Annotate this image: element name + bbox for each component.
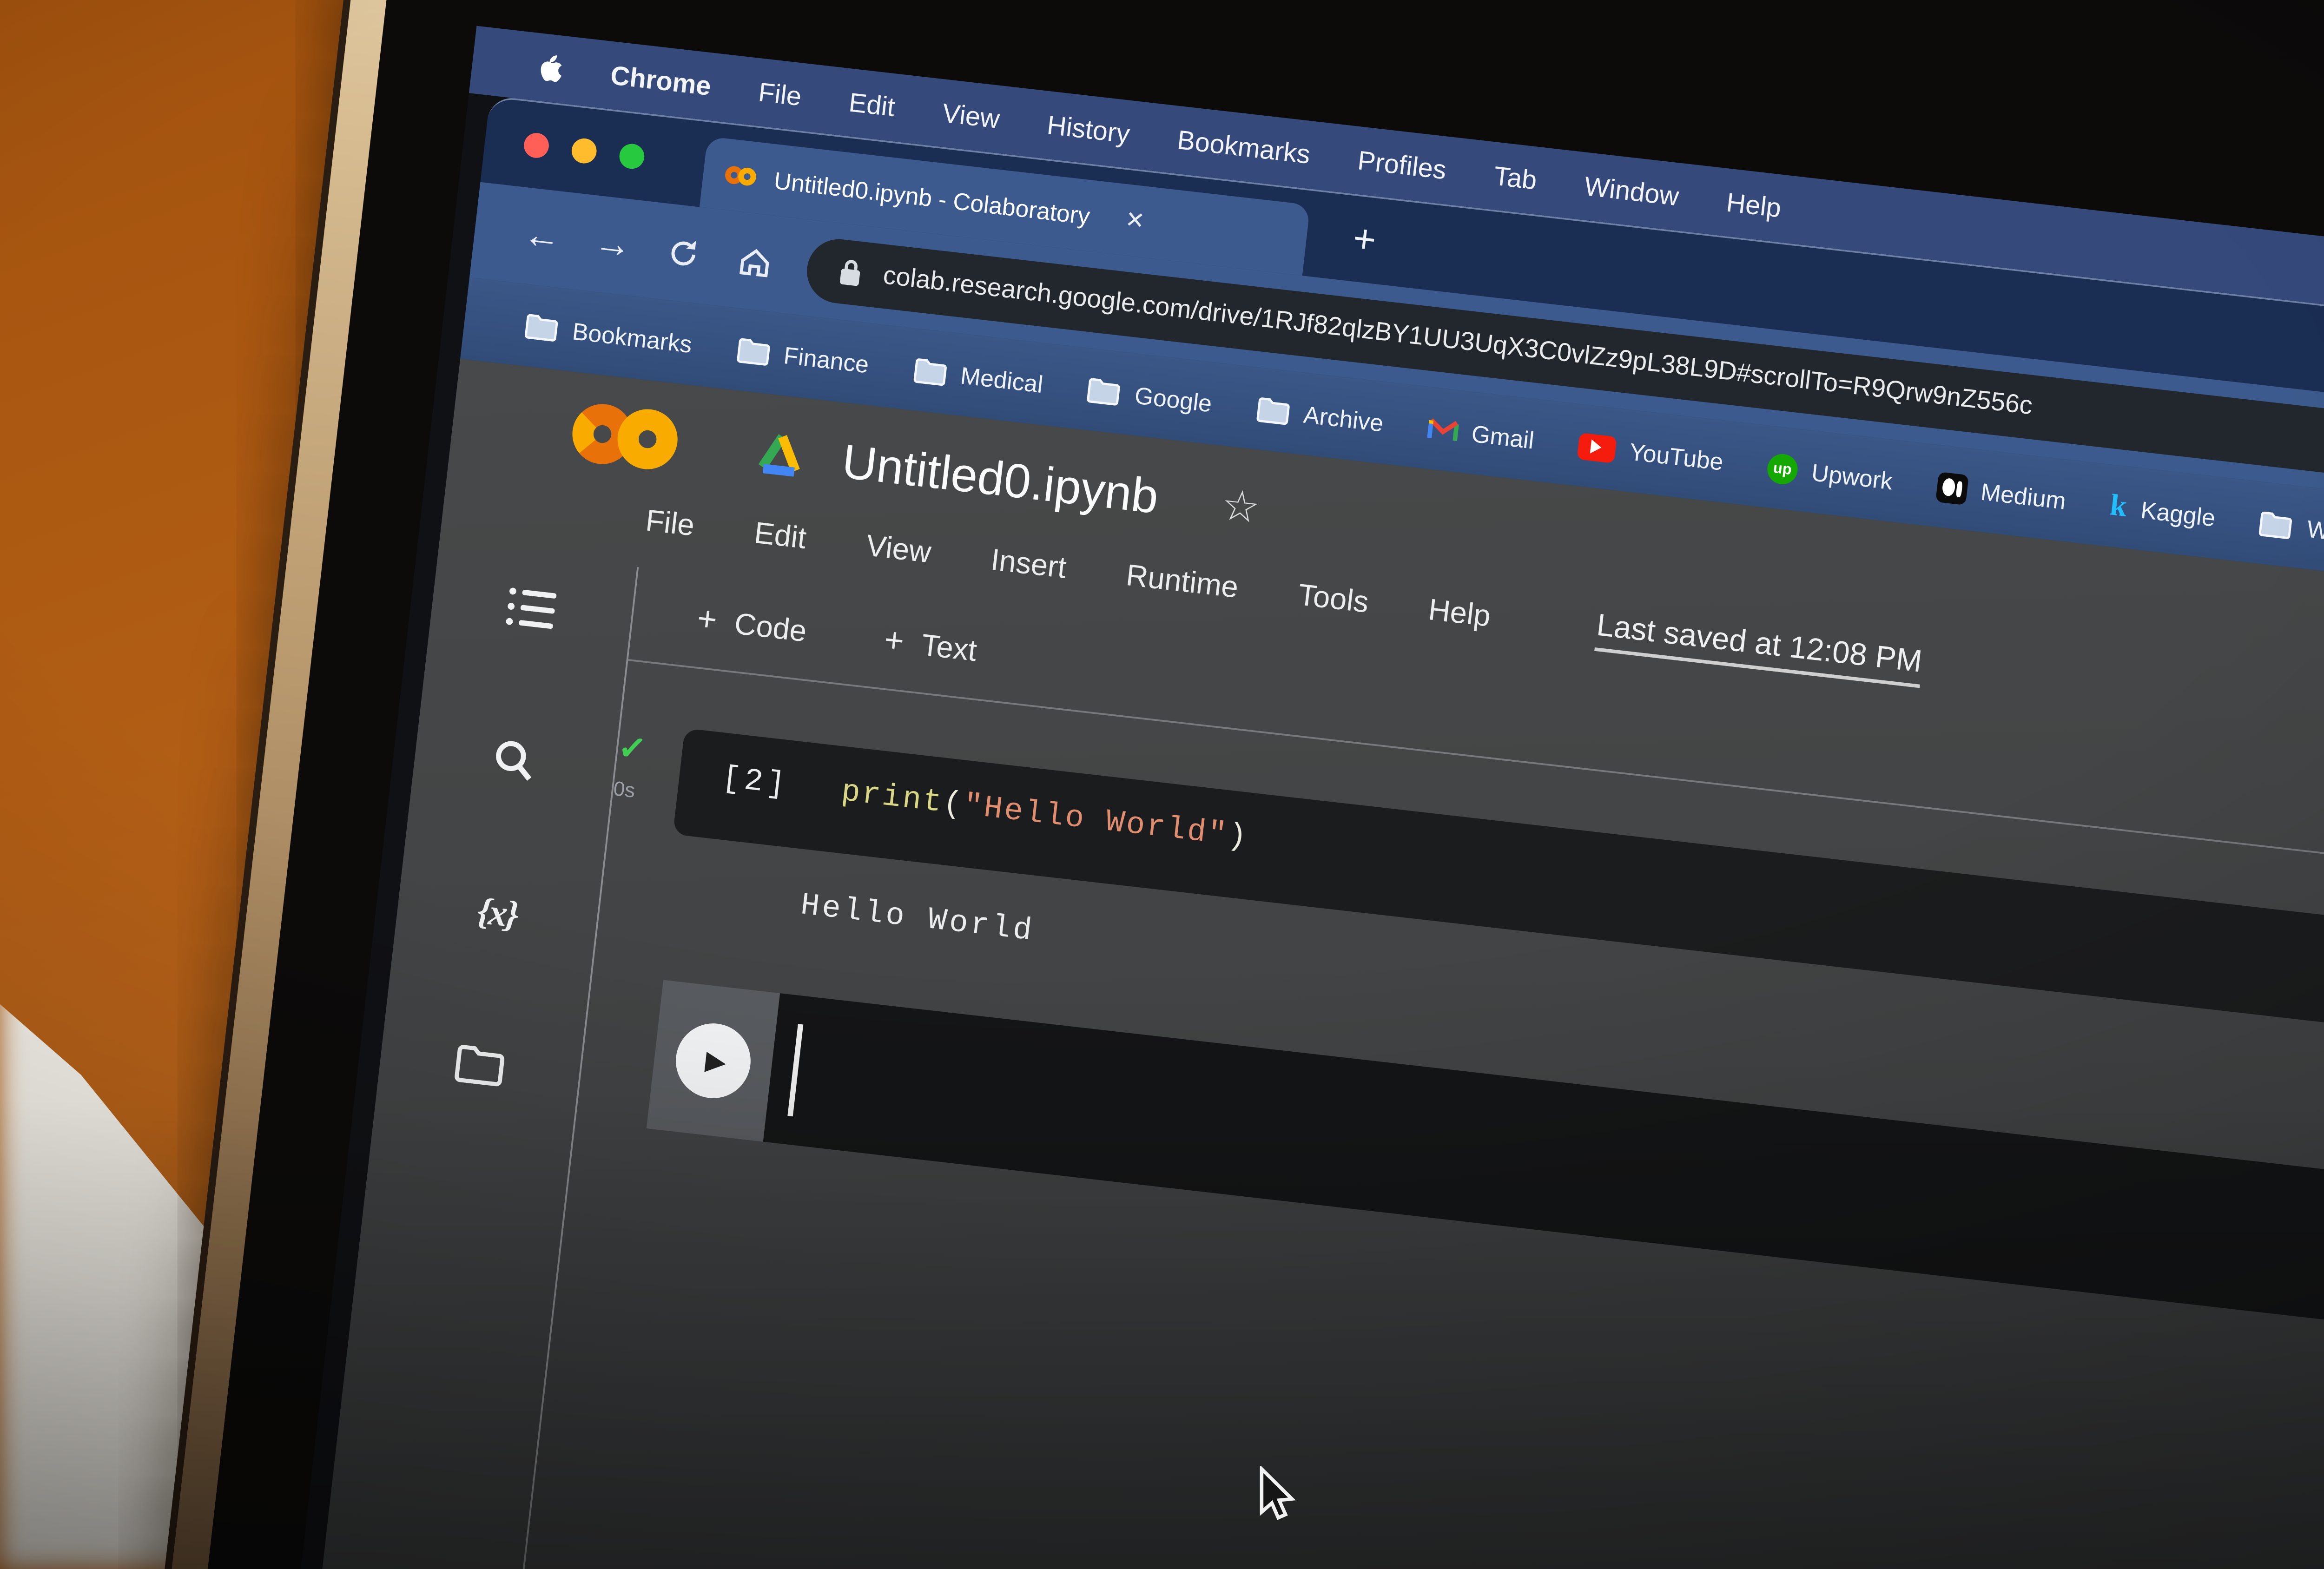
table-of-contents-icon[interactable] <box>493 569 571 648</box>
play-icon: ▶ <box>704 1046 728 1078</box>
folder-icon <box>1086 376 1122 406</box>
bookmark-wordpress[interactable]: Wordpress <box>2258 509 2324 554</box>
home-icon[interactable] <box>717 239 792 284</box>
cell-success-check-icon: ✓ <box>616 730 648 770</box>
run-cell-area: ▶ <box>646 980 780 1142</box>
plus-icon: + <box>695 600 719 640</box>
laptop-screen: Chrome File Edit View History Bookmarks … <box>75 0 2324 1569</box>
colab-menu-file[interactable]: File <box>644 503 696 544</box>
tab-close-icon[interactable]: ✕ <box>1124 205 1146 236</box>
reload-icon[interactable] <box>646 232 721 275</box>
bookmark-label: Upwork <box>1810 458 1895 494</box>
screen-content: Chrome File Edit View History Bookmarks … <box>221 26 2324 1569</box>
wall-background: Chrome File Edit View History Bookmarks … <box>0 0 2324 1569</box>
photo-of-laptop-screen: Chrome File Edit View History Bookmarks … <box>0 0 2324 1569</box>
menubar-item-view[interactable]: View <box>941 98 1001 135</box>
folder-icon <box>1254 395 1291 425</box>
bookmark-medical[interactable]: Medical <box>911 356 1044 397</box>
bookmark-label: Bookmarks <box>571 317 694 357</box>
menubar-item-file[interactable]: File <box>757 77 803 112</box>
bookmark-upwork[interactable]: up Upwork <box>1766 451 1895 496</box>
minimize-window-button[interactable] <box>570 137 598 165</box>
code-line[interactable]: print("Hello World") <box>839 775 1250 857</box>
colab-menu-tools[interactable]: Tools <box>1296 577 1370 620</box>
search-icon[interactable] <box>475 721 554 800</box>
upwork-icon: up <box>1766 451 1800 485</box>
bookmark-kaggle[interactable]: k Kaggle <box>2108 488 2217 535</box>
menubar-item-tab[interactable]: Tab <box>1492 161 1538 196</box>
cell-gutter: ✓ 0s <box>609 721 685 834</box>
colab-menu-view[interactable]: View <box>864 528 933 571</box>
colab-menu-help[interactable]: Help <box>1426 592 1492 634</box>
colab-logo[interactable] <box>566 397 683 476</box>
menubar-item-chrome[interactable]: Chrome <box>609 60 713 101</box>
bookmark-label: Kaggle <box>2139 495 2217 531</box>
bookmark-label: Wordpress <box>2305 514 2324 554</box>
bookmark-gmail[interactable]: Gmail <box>1426 415 1536 453</box>
files-icon[interactable] <box>441 1025 519 1104</box>
back-icon[interactable]: ← <box>504 212 580 263</box>
star-icon[interactable]: ☆ <box>1219 479 1263 535</box>
close-window-button[interactable] <box>522 132 550 159</box>
chrome-window: Untitled0.ipynb - Colaboratory ✕ + ← → c… <box>242 95 2324 1569</box>
youtube-icon <box>1577 431 1617 463</box>
cells-area: + Code + Text ✓ 0s [2] print("Hello Worl… <box>442 567 2324 1569</box>
menubar-item-bookmarks[interactable]: Bookmarks <box>1176 125 1312 170</box>
folder-icon <box>2258 509 2295 540</box>
lock-icon[interactable] <box>838 257 864 288</box>
bookmark-label: Gmail <box>1470 419 1536 454</box>
menubar-item-edit[interactable]: Edit <box>847 87 897 123</box>
notebook-title[interactable]: Untitled0.ipynb <box>839 434 1161 525</box>
tab-title: Untitled0.ipynb - Colaboratory <box>772 166 1092 229</box>
drive-icon <box>751 427 810 482</box>
cell-runtime: 0s <box>612 779 636 803</box>
bookmark-label: Archive <box>1302 400 1385 436</box>
zoom-window-button[interactable] <box>618 142 646 171</box>
bookmark-medium[interactable]: Medium <box>1935 471 2067 515</box>
kaggle-icon: k <box>2108 488 2129 524</box>
bookmark-label: Medical <box>959 361 1045 397</box>
text-cursor <box>787 1024 804 1117</box>
mouse-cursor <box>1256 1465 1302 1526</box>
bookmark-archive[interactable]: Archive <box>1254 395 1385 436</box>
add-text-button[interactable]: + Text <box>882 622 979 672</box>
new-tab-button[interactable]: + <box>1350 216 1379 264</box>
variables-icon[interactable]: {x} <box>458 873 536 952</box>
bookmark-label: YouTube <box>1628 437 1725 475</box>
menubar-item-window[interactable]: Window <box>1583 171 1680 212</box>
folder-icon <box>523 312 560 342</box>
colab-notebook-page: Untitled0.ipynb ☆ File Edit View Insert … <box>242 359 2324 1569</box>
bookmark-label: Medium <box>1979 477 2067 514</box>
colab-menu-edit[interactable]: Edit <box>753 515 808 557</box>
forward-icon[interactable]: → <box>575 220 651 271</box>
bookmark-label: Google <box>1133 381 1214 417</box>
plus-icon: + <box>882 622 906 662</box>
folder-icon <box>735 336 772 366</box>
bookmark-youtube[interactable]: YouTube <box>1577 431 1725 475</box>
colab-menu-insert[interactable]: Insert <box>989 542 1068 586</box>
medium-icon <box>1935 471 1969 505</box>
menubar-item-help[interactable]: Help <box>1725 187 1783 224</box>
add-code-button[interactable]: + Code <box>695 600 809 652</box>
colab-menu-runtime[interactable]: Runtime <box>1124 558 1240 606</box>
run-cell-button[interactable]: ▶ <box>672 1019 755 1102</box>
bookmark-google[interactable]: Google <box>1086 376 1214 417</box>
menubar-item-profiles[interactable]: Profiles <box>1356 145 1448 185</box>
apple-icon[interactable] <box>535 51 565 86</box>
folder-icon <box>911 356 948 386</box>
menubar-item-history[interactable]: History <box>1045 110 1131 149</box>
window-controls <box>522 132 646 171</box>
execution-count: [2] <box>720 761 791 804</box>
colab-favicon <box>724 164 758 188</box>
gmail-icon <box>1426 415 1459 444</box>
bookmark-label: Finance <box>782 341 871 378</box>
bookmark-finance[interactable]: Finance <box>735 336 871 378</box>
bookmark-bookmarks[interactable]: Bookmarks <box>523 312 693 357</box>
